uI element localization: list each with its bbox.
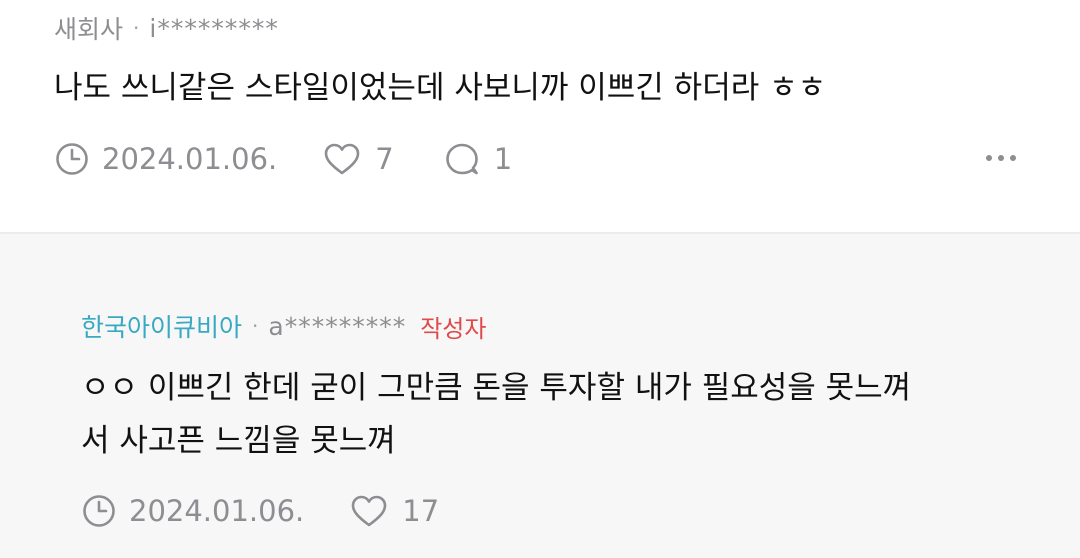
author-handle: a********* [268, 311, 407, 341]
comment-footer: 2024.01.06. 17 [81, 488, 439, 534]
author-badge: 작성자 [420, 314, 487, 343]
like-button[interactable]: 17 [350, 494, 439, 528]
author-handle: i********* [149, 13, 279, 43]
reply-item: 한국아이큐비아 · a********* 작성자 ㅇㅇ 이쁘긴 한데 굳이 그만… [0, 234, 1080, 558]
reply-button[interactable]: 1 [444, 141, 512, 177]
speech-bubble-icon [445, 143, 478, 175]
clock-icon [83, 495, 115, 527]
comment-date: 2024.01.06. [81, 493, 304, 529]
like-count: 17 [402, 494, 440, 528]
more-options-button[interactable] [986, 148, 1016, 168]
more-dot [998, 155, 1004, 161]
more-dot [1010, 155, 1016, 161]
heart-icon [324, 143, 360, 175]
date-text: 2024.01.06. [129, 494, 305, 528]
comment-text: 나도 쓰니같은 스타일이었는데 사보니까 이쁘긴 하더라 ㅎㅎ [54, 70, 827, 106]
comment-text-line: 서 사고픈 느낌을 못느껴 [81, 423, 396, 459]
clock-icon [56, 143, 88, 175]
like-button[interactable]: 7 [323, 142, 394, 176]
reply-count: 1 [493, 142, 513, 176]
like-count: 7 [375, 142, 394, 176]
comment-item: 새회사 · i********* 나도 쓰니같은 스타일이었는데 사보니까 이쁘… [0, 0, 1080, 232]
meta-separator: · [252, 314, 259, 338]
author-name[interactable]: 한국아이큐비아 [81, 308, 242, 344]
comment-footer: 2024.01.06. 7 1 [54, 136, 512, 182]
meta-separator: · [133, 16, 140, 40]
comment-text: ㅇㅇ 이쁘긴 한데 굳이 그만큼 돈을 투자할 내가 필요성을 못느껴 서 사고… [81, 362, 911, 468]
comment-meta: 한국아이큐비아 · a********* 작성자 [81, 306, 486, 346]
more-horizontal-icon [986, 155, 992, 161]
date-text: 2024.01.06. [102, 142, 278, 176]
author-name[interactable]: 새회사 [54, 10, 123, 46]
comment-date: 2024.01.06. [54, 141, 277, 177]
comment-text-line: ㅇㅇ 이쁘긴 한데 굳이 그만큼 돈을 투자할 내가 필요성을 못느껴 [81, 370, 912, 406]
comment-meta: 새회사 · i********* [54, 8, 279, 48]
heart-icon [351, 495, 387, 527]
